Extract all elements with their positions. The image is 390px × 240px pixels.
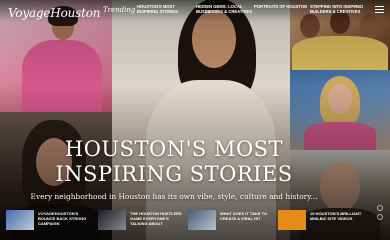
story-card[interactable]: 10 Houston's Brilliant Mini-Biz Site Vid…	[278, 208, 366, 234]
menu-icon[interactable]	[375, 6, 384, 14]
top-navigation: VoyageHouston Trending Houston's Most In…	[0, 0, 390, 22]
story-title: VoyageHouston's Bounce Back Strong Campa…	[38, 211, 87, 226]
story-thumbnail	[278, 210, 306, 230]
share-icon[interactable]	[377, 205, 383, 211]
story-thumbnail	[188, 210, 216, 230]
story-card[interactable]: What does it take to create a viral hit	[188, 208, 276, 234]
bookmark-icon[interactable]	[377, 214, 383, 220]
story-card[interactable]: VoyageHouston's Bounce Back Strong Campa…	[6, 208, 94, 234]
nav-link-hidden-gems[interactable]: Hidden Gems: Local Businesses & Creative…	[196, 4, 256, 14]
story-thumbnail	[6, 210, 34, 230]
site-logo[interactable]: VoyageHouston	[8, 6, 100, 20]
page-subtitle: Every neighborhood in Houston has its ow…	[30, 192, 318, 201]
nav-link-portraits[interactable]: Portraits of Houston	[254, 4, 314, 9]
story-title: What does it take to create a viral hit	[220, 211, 268, 221]
story-title: The Houston Hustlers Game Everyone's Tal…	[130, 211, 182, 226]
story-title: 10 Houston's Brilliant Mini-Biz Site Vid…	[310, 211, 362, 221]
story-thumbnail	[98, 210, 126, 230]
featured-stories-row: VoyageHouston's Bounce Back Strong Campa…	[6, 208, 370, 234]
page-title: HOUSTON'S MOST INSPIRING STORIES	[55, 137, 293, 186]
story-card[interactable]: The Houston Hustlers Game Everyone's Tal…	[98, 208, 186, 234]
nav-link-stepping-into[interactable]: Stepping Into Inspired Builders & Creati…	[310, 4, 366, 14]
side-icon-group	[377, 205, 385, 223]
hero-collage	[0, 0, 390, 240]
nav-link-inspiring-stories[interactable]: Houston's Most Inspiring Stories	[137, 4, 197, 14]
trending-label[interactable]: Trending	[103, 6, 135, 14]
